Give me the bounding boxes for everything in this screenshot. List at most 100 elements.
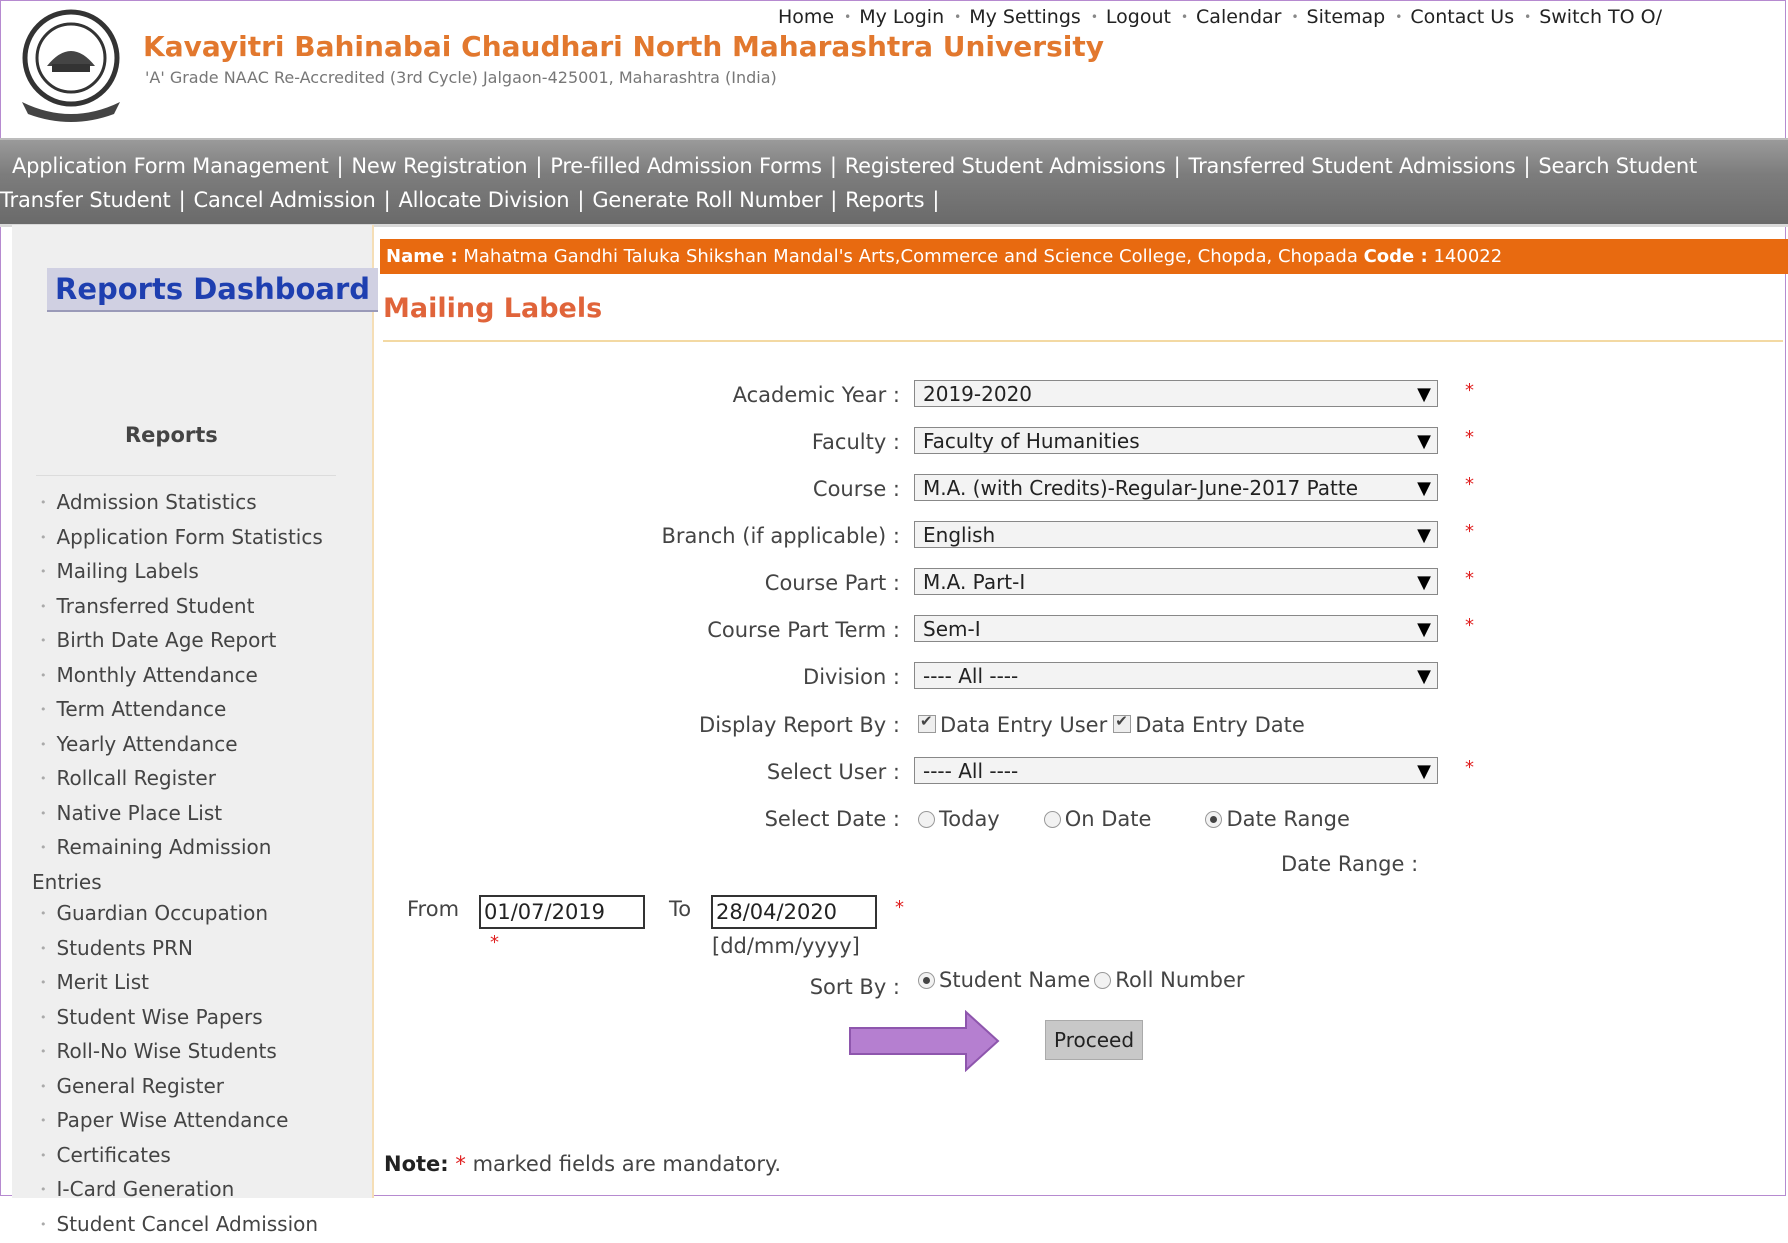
bullet-icon: •	[40, 1183, 47, 1196]
sidebar-item-students-prn[interactable]: •Students PRN	[40, 933, 370, 968]
bullet-icon: •	[844, 10, 851, 24]
sidebar-item-monthly-attendance[interactable]: •Monthly Attendance	[40, 660, 370, 695]
nav-item-allocate-division[interactable]: Allocate Division	[398, 188, 569, 212]
sidebar-item-roll-no-wise-students[interactable]: • Roll-No Wise Students	[40, 1036, 370, 1071]
sidebar-item-rollcall-register[interactable]: •Rollcall Register	[40, 763, 370, 798]
bullet-icon: •	[40, 1114, 47, 1127]
nav-separator: |	[830, 188, 837, 212]
nav-item-prefilled-admission-forms[interactable]: Pre-filled Admission Forms	[550, 154, 822, 178]
nav-separator: |	[337, 154, 344, 178]
roll-number-radio[interactable]	[1094, 972, 1111, 989]
nav-item-search-student[interactable]: Search Student	[1538, 154, 1697, 178]
to-date-input[interactable]: 28/04/2020	[711, 895, 877, 929]
nav-item-application-form-management[interactable]: Application Form Management	[12, 154, 329, 178]
sidebar-item-paper-wise-attendance[interactable]: •Paper Wise Attendance	[40, 1105, 370, 1140]
bullet-icon: •	[1291, 10, 1298, 24]
top-link-my-login[interactable]: My Login	[859, 6, 944, 28]
data-entry-user-checkbox[interactable]	[918, 715, 936, 733]
sidebar-item-student-wise-papers[interactable]: •Student Wise Papers	[40, 1002, 370, 1037]
sidebar-item-label-continued: Entries	[32, 870, 102, 894]
required-star: *	[1465, 757, 1474, 778]
data-entry-date-checkbox[interactable]	[1113, 715, 1131, 733]
sidebar-item-label: Certificates	[57, 1143, 171, 1167]
course-label: Course :	[813, 477, 900, 501]
nav-separator: |	[1174, 154, 1181, 178]
nav-item-new-registration[interactable]: New Registration	[351, 154, 527, 178]
from-date-input[interactable]: 01/07/2019	[479, 895, 645, 929]
student-name-radio[interactable]	[918, 972, 935, 989]
course-part-select[interactable]: M.A. Part-I▼	[914, 568, 1438, 595]
sidebar-item-term-attendance[interactable]: •Term Attendance	[40, 694, 370, 729]
required-star: *	[895, 897, 904, 918]
nav-item-registered-student-admissions[interactable]: Registered Student Admissions	[845, 154, 1166, 178]
sidebar-item-yearly-attendance[interactable]: •Yearly Attendance	[40, 729, 370, 764]
faculty-select[interactable]: Faculty of Humanities▼	[914, 427, 1438, 454]
nav-row-1: Application Form Management | New Registra…	[12, 154, 1697, 178]
sidebar-item-admission-statistics[interactable]: •Admission Statistics	[40, 487, 370, 522]
nav-item-generate-roll-number[interactable]: Generate Roll Number	[592, 188, 822, 212]
bullet-icon: •	[40, 1045, 47, 1058]
division-select[interactable]: ---- All ----▼	[914, 662, 1438, 689]
sidebar-item-label: Student Cancel Admission	[57, 1212, 319, 1236]
sidebar-item-label: General Register	[57, 1074, 225, 1098]
date-format-hint: [dd/mm/yyyy]	[712, 934, 860, 958]
sidebar-item-certificates[interactable]: •Certificates	[40, 1140, 370, 1175]
sidebar-item-birth-date-age-report[interactable]: •Birth Date Age Report	[40, 625, 370, 660]
nav-item-transferred-student-admissions[interactable]: Transferred Student Admissions	[1189, 154, 1516, 178]
bullet-icon: •	[1091, 10, 1098, 24]
nav-item-reports[interactable]: Reports	[845, 188, 924, 212]
course-part-label: Course Part :	[765, 571, 900, 595]
sidebar-item-guardian-occupation[interactable]: •Guardian Occupation	[40, 898, 370, 933]
branch-select[interactable]: English▼	[914, 521, 1438, 548]
college-name: Mahatma Gandhi Taluka Shikshan Mandal's …	[463, 246, 1357, 267]
dropdown-arrow-icon: ▼	[1417, 381, 1431, 407]
required-star: *	[1465, 521, 1474, 542]
nav-item-transfer-student[interactable]: Transfer Student	[0, 188, 171, 212]
bullet-icon: •	[40, 841, 47, 854]
sidebar-item-label: Admission Statistics	[57, 490, 257, 514]
bullet-icon: •	[1395, 10, 1402, 24]
sidebar-item-i-card-generation[interactable]: •I-Card Generation	[40, 1174, 370, 1209]
select-value: M.A. Part-I	[923, 569, 1403, 595]
sidebar-item-mailing-labels[interactable]: •Mailing Labels	[40, 556, 370, 591]
required-star: *	[490, 932, 499, 953]
dropdown-arrow-icon: ▼	[1417, 475, 1431, 501]
on-date-radio[interactable]	[1044, 811, 1061, 828]
sidebar-item-transferred-student[interactable]: •Transferred Student	[40, 591, 370, 626]
proceed-button[interactable]: Proceed	[1045, 1020, 1143, 1060]
sidebar-item-student-cancel-admission[interactable]: •Student Cancel Admission	[40, 1209, 370, 1243]
select-user-select[interactable]: ---- All ----▼	[914, 757, 1438, 784]
select-value: Sem-I	[923, 616, 1403, 642]
reports-dashboard-link[interactable]: Reports Dashboard	[47, 268, 378, 312]
division-label: Division :	[803, 665, 900, 689]
sidebar-item-application-form-statistics[interactable]: •Application Form Statistics	[40, 522, 370, 557]
sidebar-item-general-register[interactable]: •General Register	[40, 1071, 370, 1106]
academic-year-select[interactable]: 2019-2020▼	[914, 380, 1438, 407]
sidebar-item-native-place-list[interactable]: •Native Place List	[40, 798, 370, 833]
top-link-sitemap[interactable]: Sitemap	[1307, 6, 1386, 28]
dropdown-arrow-icon: ▼	[1417, 616, 1431, 642]
date-range-radio[interactable]	[1205, 811, 1222, 828]
faculty-label: Faculty :	[812, 430, 900, 454]
bullet-icon: •	[40, 1011, 47, 1024]
course-select[interactable]: M.A. (with Credits)-Regular-June-2017 Pa…	[914, 474, 1438, 501]
top-link-logout[interactable]: Logout	[1106, 6, 1171, 28]
bullet-icon: •	[40, 807, 47, 820]
top-link-my-settings[interactable]: My Settings	[969, 6, 1081, 28]
sidebar-item-label: Roll-No Wise Students	[57, 1039, 277, 1063]
college-code: 140022	[1433, 246, 1502, 267]
nav-separator: |	[830, 154, 837, 178]
top-link-switch[interactable]: Switch TO O/	[1539, 6, 1662, 28]
nav-separator: |	[535, 154, 542, 178]
sidebar-item-label: Remaining Admission	[57, 835, 272, 859]
top-link-calendar[interactable]: Calendar	[1196, 6, 1281, 28]
radio-label: On Date	[1065, 807, 1152, 831]
today-radio[interactable]	[918, 811, 935, 828]
dropdown-arrow-icon: ▼	[1417, 522, 1431, 548]
top-link-contact-us[interactable]: Contact Us	[1410, 6, 1514, 28]
sidebar-item-merit-list[interactable]: •Merit List	[40, 967, 370, 1002]
top-link-home[interactable]: Home	[778, 6, 834, 28]
nav-item-cancel-admission[interactable]: Cancel Admission	[193, 188, 375, 212]
sidebar-item-remaining-admission-entries[interactable]: •Remaining AdmissionEntries	[40, 832, 370, 898]
course-part-term-select[interactable]: Sem-I ▼	[914, 615, 1438, 642]
